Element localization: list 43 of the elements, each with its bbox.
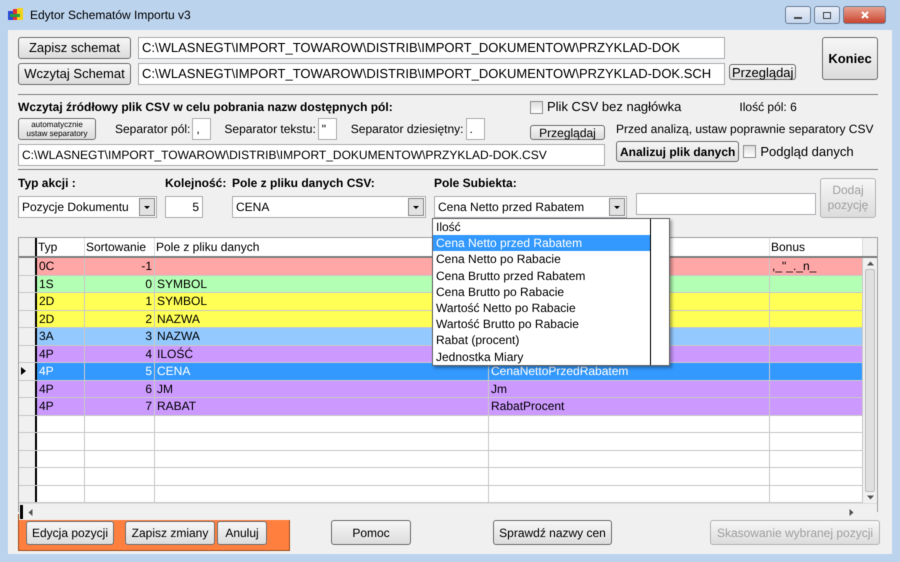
table-cell-text: 3A [39, 328, 54, 346]
field-count: Ilość pól: 6 [739, 99, 797, 116]
table-cell-text: 0C [39, 258, 54, 276]
table-cell-text: 4 [145, 346, 152, 363]
table-cell-text: 3 [145, 328, 152, 346]
window-title: Edytor Schematów Importu v3 [30, 7, 191, 24]
table-cell-text: NAZWA [157, 310, 200, 328]
checkbox-label: Podgląd danych [760, 142, 854, 161]
hint-text: Przed analizą, ustaw poprawnie separatory CSV [616, 121, 874, 138]
table-cell-text: RABAT [157, 398, 196, 416]
table-cell-text: SYMBOL [157, 293, 208, 310]
table-cell-text: 0 [145, 276, 152, 293]
separator-label: Separator tekstu: [224, 121, 316, 138]
table-cell-text: 6 [145, 380, 152, 398]
table-cell-text: 2D [39, 293, 54, 310]
table-cell-text: 5 [145, 363, 152, 380]
table-cell-text: CenaNettoPrzedRabatem [491, 364, 628, 380]
table-cell-text: ILOŚĆ [157, 346, 194, 363]
table-cell-text: Jm [491, 380, 507, 398]
table-cell-text: 1 [145, 293, 152, 310]
table-cell-text: 1S [39, 276, 54, 293]
separator-label: Separator pól: [115, 121, 190, 138]
table-cell-text: CENA [157, 363, 190, 380]
field-label: Typ akcji : [18, 175, 77, 192]
table-cell-text: 4P [39, 346, 54, 363]
field-label: Kolejność: [165, 175, 228, 192]
table-cell-text: 7 [145, 398, 152, 416]
table-cell-text: 2D [39, 310, 54, 328]
section-heading: Wczytaj źródłowy plik CSV w celu pobrania nazw dostępnych pól: [18, 99, 394, 116]
table-cell-text: 4P [39, 363, 54, 380]
separator-label: Separator dziesiętny: [350, 121, 464, 138]
table-cell-text: SYMBOL [157, 276, 208, 293]
checkbox-label: Plik CSV bez nagłówka [547, 98, 682, 116]
table-cell-text: 4P [39, 398, 54, 416]
field-label: Pole Subiekta: [434, 175, 518, 192]
table-cell-text: -1 [141, 258, 152, 276]
field-label: Pole z pliku danych CSV: [232, 175, 376, 192]
table-cell-text: ,_"_._n_ [772, 258, 816, 276]
table-cell-text: NAZWA [157, 328, 200, 346]
table-cell-text: RabatProcent [491, 398, 564, 416]
table-cell-text: JM [157, 380, 173, 398]
table-cell-text: 4P [39, 380, 54, 398]
table-cell-text: 2 [145, 310, 152, 328]
